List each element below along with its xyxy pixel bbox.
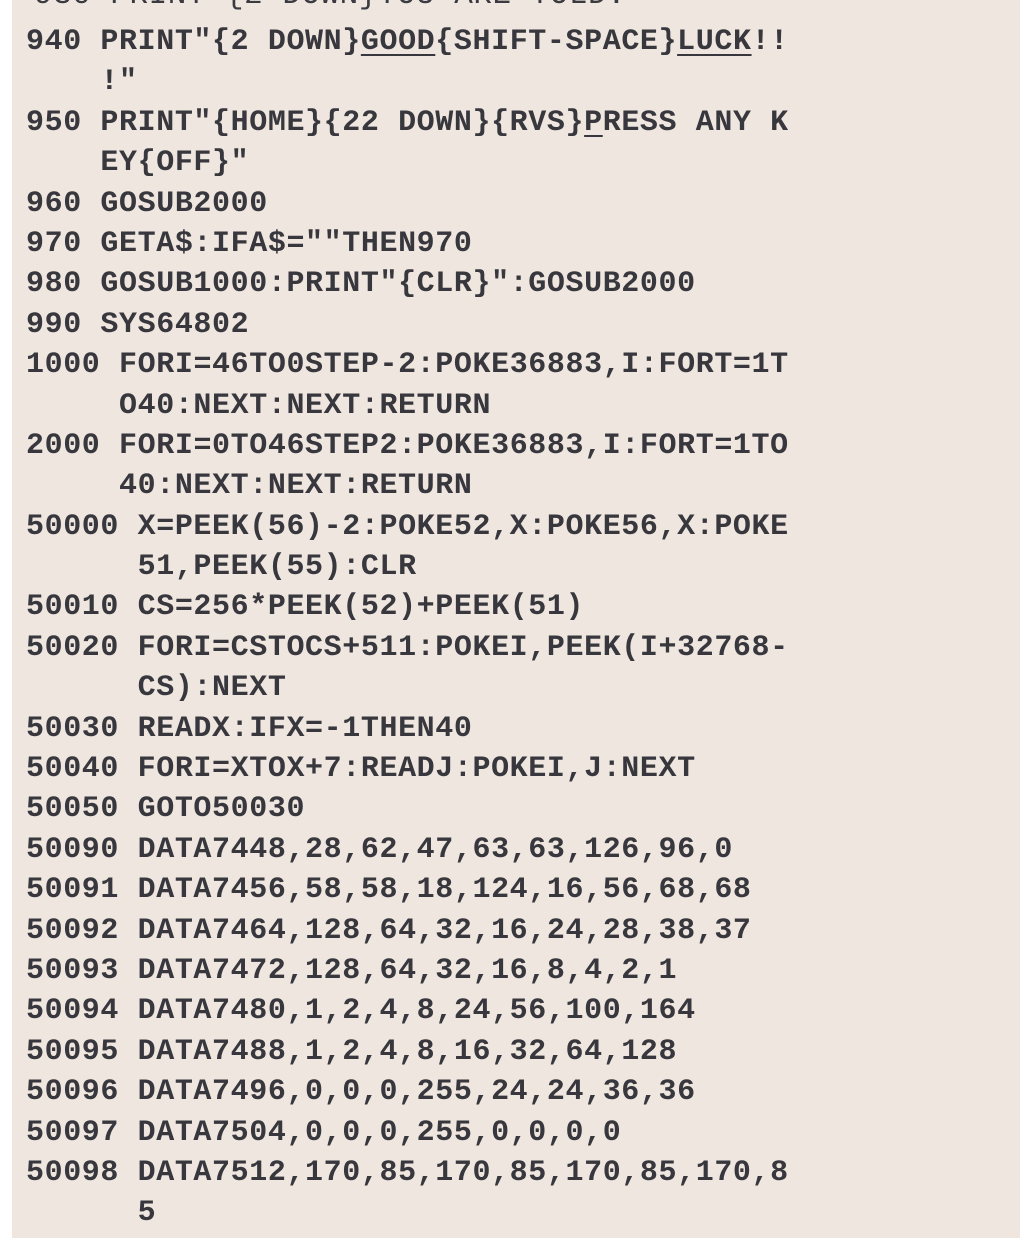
line-number: 50030 xyxy=(26,711,120,746)
program-line: 980 GOSUB1000:PRINT"{CLR}":GOSUB2000 xyxy=(26,264,789,304)
statement-text: GOSUB2000 xyxy=(100,186,268,221)
line-number: 50091 xyxy=(26,873,120,908)
statement-text: DATA7464,128,64,32,16,24,28,38,37 xyxy=(137,913,752,948)
page-bottom-margin xyxy=(0,1238,1032,1251)
line-number: 50097 xyxy=(26,1115,120,1150)
statement-text: FORI=CSTOCS+511:POKEI,PEEK(I+32768- xyxy=(137,630,789,665)
program-line: 940 PRINT"{2 DOWN}GOOD{SHIFT-SPACE}LUCK!… xyxy=(26,22,789,62)
statement-text: DATA7472,128,64,32,16,8,4,2,1 xyxy=(137,953,678,988)
statement-text: DATA7496,0,0,0,255,24,24,36,36 xyxy=(137,1075,696,1110)
statement-text: GOTO50030 xyxy=(137,792,306,827)
line-number: 50000 xyxy=(26,509,120,544)
line-number: 960 xyxy=(26,186,82,221)
continuation-text: 51,PEEK(55):CLR xyxy=(137,550,417,585)
line-number: 940 xyxy=(26,25,82,59)
line-number: 50020 xyxy=(26,630,120,665)
line-number: 1000 xyxy=(26,348,101,383)
statement-text: PRINT"{HOME}{22 DOWN}{RVS} xyxy=(100,105,585,140)
statement-text: DATA7456,58,58,18,124,16,56,68,68 xyxy=(137,873,752,908)
underlined-shifted-text: P xyxy=(584,105,603,140)
statement-text: CS=256*PEEK(52)+PEEK(51) xyxy=(137,590,585,625)
program-line: 50040 FORI=XTOX+7:READJ:POKEI,J:NEXT xyxy=(26,749,789,789)
continuation-text: 5 xyxy=(137,1196,157,1231)
program-line: 50000 X=PEEK(56)-2:POKE52,X:POKE56,X:POK… xyxy=(26,507,789,547)
underlined-shifted-text: LUCK xyxy=(677,25,752,59)
statement-text: DATA7448,28,62,47,63,63,126,96,0 xyxy=(137,832,733,867)
continuation-text: CS):NEXT xyxy=(137,671,287,706)
program-line: 970 GETA$:IFA$=""THEN970 xyxy=(26,224,789,264)
statement-text: FORI=XTOX+7:READJ:POKEI,J:NEXT xyxy=(137,752,696,787)
statement-text: READX:IFX=-1THEN40 xyxy=(137,711,473,746)
statement-text-part: {SHIFT-SPACE} xyxy=(435,25,678,59)
statement-text: PRINT"{2 DOWN} xyxy=(100,25,361,59)
program-line: 50096 DATA7496,0,0,0,255,24,24,36,36 xyxy=(26,1072,789,1112)
underlined-shifted-text: GOOD xyxy=(360,25,436,59)
line-number: 50050 xyxy=(26,792,120,827)
statement-text: DATA7488,1,2,4,8,16,32,64,128 xyxy=(137,1034,678,1069)
statement-text: GOSUB1000:PRINT"{CLR}":GOSUB2000 xyxy=(100,267,696,302)
page: 930 PRINT"{2 DOWN}YOU ARE TOLD." 940 PRI… xyxy=(0,0,1032,1251)
line-number: 50040 xyxy=(26,752,120,787)
program-line: 50090 DATA7448,28,62,47,63,63,126,96,0 xyxy=(26,830,789,870)
continuation-text: O40:NEXT:NEXT:RETURN xyxy=(119,388,492,423)
line-number: 50093 xyxy=(26,953,120,988)
line-number: 50090 xyxy=(26,832,120,867)
statement-text: DATA7504,0,0,0,255,0,0,0,0 xyxy=(137,1115,622,1150)
program-line: EY{OFF}" xyxy=(26,143,789,183)
continuation-text: 40:NEXT:NEXT:RETURN xyxy=(119,469,473,504)
program-line: !" xyxy=(26,62,789,102)
statement-text-part: !! xyxy=(751,25,789,59)
program-line: 50095 DATA7488,1,2,4,8,16,32,64,128 xyxy=(26,1032,789,1072)
program-line: 50030 READX:IFX=-1THEN40 xyxy=(26,709,789,749)
program-line: 51,PEEK(55):CLR xyxy=(26,547,789,587)
line-number: 50095 xyxy=(26,1034,120,1069)
program-line: 990 SYS64802 xyxy=(26,305,789,345)
line-number: 50096 xyxy=(26,1075,120,1110)
program-line: 40:NEXT:NEXT:RETURN xyxy=(26,466,789,506)
program-line: 50093 DATA7472,128,64,32,16,8,4,2,1 xyxy=(26,951,789,991)
line-number: 50092 xyxy=(26,913,120,948)
program-line: 50094 DATA7480,1,2,4,8,24,56,100,164 xyxy=(26,991,789,1031)
statement-text: DATA7480,1,2,4,8,24,56,100,164 xyxy=(137,994,696,1029)
program-line: 950 PRINT"{HOME}{22 DOWN}{RVS}PRESS ANY … xyxy=(26,103,789,143)
line-number: 970 xyxy=(26,226,82,261)
program-line: 5 xyxy=(26,1193,789,1233)
line-number: 50094 xyxy=(26,994,120,1029)
program-line: CS):NEXT xyxy=(26,668,789,708)
line-number: 2000 xyxy=(26,428,101,463)
program-line: 2000 FORI=0TO46STEP2:POKE36883,I:FORT=1T… xyxy=(26,426,789,466)
continuation-text: !" xyxy=(100,65,138,100)
continuation-text: EY{OFF}" xyxy=(100,146,250,181)
line-number: 50010 xyxy=(26,590,120,625)
line-number: 50098 xyxy=(26,1155,120,1190)
program-line: 960 GOSUB2000 xyxy=(26,184,789,224)
statement-text: GETA$:IFA$=""THEN970 xyxy=(100,226,473,261)
line-number: 950 xyxy=(26,105,82,140)
program-line: 1000 FORI=46TO0STEP-2:POKE36883,I:FORT=1… xyxy=(26,345,789,385)
statement-text: FORI=46TO0STEP-2:POKE36883,I:FORT=1T xyxy=(119,348,789,383)
program-line: 50092 DATA7464,128,64,32,16,24,28,38,37 xyxy=(26,911,789,951)
program-line: 50097 DATA7504,0,0,0,255,0,0,0,0 xyxy=(26,1113,789,1153)
printed-page: 930 PRINT"{2 DOWN}YOU ARE TOLD." 940 PRI… xyxy=(12,0,1020,1238)
program-line: 50050 GOTO50030 xyxy=(26,789,789,829)
statement-text: DATA7512,170,85,170,85,170,85,170,8 xyxy=(137,1155,789,1190)
statement-text: X=PEEK(56)-2:POKE52,X:POKE56,X:POKE xyxy=(137,509,789,544)
program-line: O40:NEXT:NEXT:RETURN xyxy=(26,386,789,426)
statement-text-part: RESS ANY K xyxy=(602,105,789,140)
program-line: 50091 DATA7456,58,58,18,124,16,56,68,68 xyxy=(26,870,789,910)
basic-program-listing: 940 PRINT"{2 DOWN}GOOD{SHIFT-SPACE}LUCK!… xyxy=(26,22,789,1234)
cut-off-line: 930 PRINT"{2 DOWN}YOU ARE TOLD." xyxy=(34,0,645,13)
program-line: 50010 CS=256*PEEK(52)+PEEK(51) xyxy=(26,587,789,627)
program-line: 50098 DATA7512,170,85,170,85,170,85,170,… xyxy=(26,1153,789,1193)
program-line: 50020 FORI=CSTOCS+511:POKEI,PEEK(I+32768… xyxy=(26,628,789,668)
line-number: 990 xyxy=(26,307,82,342)
line-number: 980 xyxy=(26,267,82,302)
statement-text: SYS64802 xyxy=(100,307,250,342)
statement-text: FORI=0TO46STEP2:POKE36883,I:FORT=1TO xyxy=(119,428,789,463)
